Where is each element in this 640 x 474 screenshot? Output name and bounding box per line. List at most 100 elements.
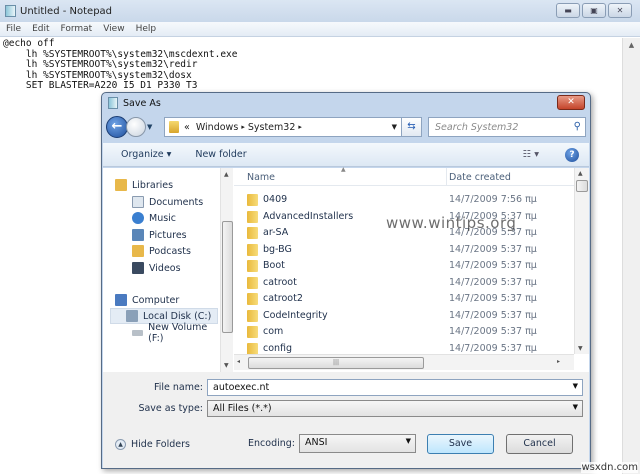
file-name: catroot [263,276,297,288]
file-date: 14/7/2009 5:37 πμ [449,243,537,255]
folder-icon [247,210,258,223]
file-date: 14/7/2009 5:37 πμ [449,326,537,337]
save-as-type-select[interactable]: All Files (*.*) ▼ [207,400,583,417]
forward-button[interactable] [126,117,146,137]
file-date: 14/7/2009 5:37 πμ [449,260,537,271]
notepad-title-bar: Untitled - Notepad ▬ ▣ ✕ [0,0,640,22]
file-date: 14/7/2009 5:37 πμ [449,293,537,304]
search-icon: ⚲ [573,121,581,132]
sidebar-item-pictures[interactable]: Pictures [132,227,187,243]
local-disk-icon [126,310,138,322]
back-button[interactable]: ← [106,116,128,138]
drive-icon [132,330,144,336]
file-row[interactable]: catroot2 14/7/2009 5:37 πμ [234,291,574,307]
breadcrumb-system32[interactable]: System32 [248,122,296,133]
file-list-vertical-scrollbar[interactable]: ▲ ▼ [574,168,589,354]
file-row[interactable]: 0409 14/7/2009 7:56 πμ [234,192,574,208]
save-as-dialog: Save As ✕ ← ▼ « Windows ▸ System32 ▸ ▼ ⇆… [101,92,591,469]
corner-watermark: wsxdn.com [581,462,638,473]
cancel-button[interactable]: Cancel [506,434,573,454]
navigation-pane: Libraries Documents Music Pictures Podca… [109,168,220,372]
new-folder-button[interactable]: New folder [195,149,246,160]
file-name: ar-SA [263,227,289,238]
file-row[interactable]: com 14/7/2009 5:37 πμ [234,324,574,340]
file-date: 14/7/2009 7:56 πμ [449,194,537,205]
notepad-icon [5,5,16,17]
chevron-up-icon: ▲ [115,439,126,450]
help-icon[interactable]: ? [565,147,579,162]
close-button[interactable]: ✕ [608,3,632,18]
address-bar[interactable]: « Windows ▸ System32 ▸ ▼ [164,117,402,137]
view-options-icon[interactable]: ☷ ▾ [523,149,539,160]
sidebar-item-videos[interactable]: Videos [132,260,181,276]
folder-icon [247,309,258,322]
save-button[interactable]: Save [427,434,494,454]
folder-icon [247,342,258,355]
file-name: CodeIntegrity [263,309,328,321]
file-row[interactable]: CodeIntegrity 14/7/2009 5:37 πμ [234,308,574,324]
file-name: Boot [263,260,285,271]
sidebar-item-computer[interactable]: Computer [115,292,179,308]
save-as-type-label: Save as type: [138,403,203,414]
menu-edit[interactable]: Edit [32,24,49,34]
column-header-date[interactable]: Date created [449,172,511,183]
documents-icon [132,196,144,208]
libraries-icon [115,179,127,191]
file-name-dropdown[interactable]: ▼ [573,382,578,390]
refresh-button[interactable]: ⇆ [402,117,422,137]
encoding-label: Encoding: [248,438,295,449]
menu-view[interactable]: View [103,24,124,34]
menu-bar: File Edit Format View Help [0,22,640,37]
folder-icon [247,276,258,289]
watermark: www.wintips.org [386,214,517,232]
dialog-title: Save As [123,97,161,109]
file-date: 14/7/2009 5:37 πμ [449,309,537,321]
column-header-name[interactable]: Name [247,172,275,183]
file-name: com [263,326,284,337]
file-list-horizontal-scrollbar[interactable]: ◂ ||| ▸ [234,354,574,370]
sidebar-item-podcasts[interactable]: Podcasts [132,243,191,259]
window-title: Untitled - Notepad [20,5,113,17]
minimize-button[interactable]: ▬ [556,3,580,18]
videos-icon [132,262,144,274]
breadcrumb-windows[interactable]: Windows [196,122,238,133]
address-dropdown[interactable]: ▼ [392,123,397,131]
search-input[interactable]: Search System32 ⚲ [428,117,586,137]
pictures-icon [132,229,144,241]
hide-folders-button[interactable]: ▲ Hide Folders [115,439,190,450]
maximize-button[interactable]: ▣ [582,3,606,18]
file-name: 0409 [263,194,288,205]
file-row[interactable]: bg-BG 14/7/2009 5:37 πμ [234,242,574,258]
file-name: bg-BG [263,243,292,255]
sidebar-item-music[interactable]: Music [132,210,176,226]
file-name-input[interactable]: autoexec.nt ▼ [207,379,583,396]
file-row[interactable]: Boot 14/7/2009 5:37 πμ [234,258,574,274]
sidebar-item-libraries[interactable]: Libraries [115,177,173,193]
sidebar-item-new-volume[interactable]: New Volume (F:) [132,322,220,344]
file-date: 14/7/2009 5:37 πμ [449,342,537,354]
vertical-scrollbar[interactable]: ▲ [622,38,640,474]
computer-icon [115,294,127,306]
folder-icon [247,227,258,239]
recent-pages-dropdown[interactable]: ▼ [147,123,152,131]
folder-icon [247,326,258,338]
dialog-icon [108,97,118,109]
folder-icon [247,194,258,206]
organize-button[interactable]: Organize ▾ [121,149,171,160]
menu-help[interactable]: Help [136,24,157,34]
folder-icon [247,260,258,272]
toolbar: Organize ▾ New folder ☷ ▾ ? [103,143,589,167]
music-icon [132,212,144,224]
sidebar-item-documents[interactable]: Documents [132,194,203,210]
encoding-select[interactable]: ANSI ▼ [299,434,416,453]
dialog-close-button[interactable]: ✕ [557,95,585,110]
file-name: config [263,342,293,354]
folder-icon [247,243,258,256]
file-name: AdvancedInstallers [263,210,354,222]
file-row[interactable]: catroot 14/7/2009 5:37 πμ [234,275,574,291]
folder-icon [247,293,258,305]
file-list: ▲ Name Date created 0409 14/7/2009 7:56 π… [234,166,574,372]
navigation-scrollbar[interactable]: ▲ ▼ [220,168,233,372]
menu-format[interactable]: Format [61,24,93,34]
menu-file[interactable]: File [6,24,21,34]
